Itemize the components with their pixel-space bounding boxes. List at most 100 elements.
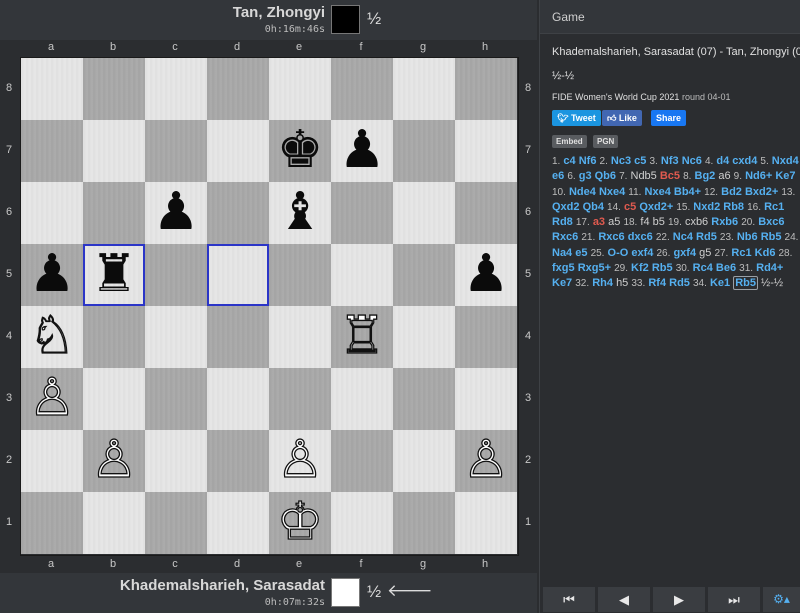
move-white[interactable]: Ke1 — [710, 277, 730, 289]
move-black[interactable]: a5 — [608, 216, 620, 228]
square-d1[interactable] — [207, 492, 269, 554]
square-f1[interactable] — [331, 492, 393, 554]
square-e4[interactable] — [269, 306, 331, 368]
move-black[interactable]: Rxc6 — [552, 231, 578, 243]
square-a4[interactable]: ♘ — [21, 305, 83, 368]
move-white[interactable]: Na4 — [552, 247, 572, 259]
square-c7[interactable] — [145, 120, 207, 182]
facebook-share-button[interactable]: Share — [651, 110, 687, 126]
white-pawn-piece[interactable]: ♙ — [455, 429, 517, 492]
move-white[interactable]: c5 — [624, 201, 636, 213]
square-b8[interactable] — [83, 58, 145, 120]
square-b6[interactable] — [83, 182, 145, 244]
black-king-piece[interactable]: ♚ — [269, 120, 331, 182]
move-black[interactable]: a6 — [718, 170, 730, 182]
tweet-button[interactable]: 🐦︎ Tweet — [552, 110, 601, 126]
square-d2[interactable] — [207, 430, 269, 492]
previous-move-button[interactable]: ◀ — [597, 586, 651, 613]
square-f3[interactable] — [331, 368, 393, 430]
square-h6[interactable] — [455, 182, 517, 244]
square-c5[interactable] — [145, 244, 207, 306]
move-white[interactable]: Rc1 — [764, 201, 784, 213]
embed-button[interactable]: Embed — [552, 135, 587, 148]
square-a6[interactable] — [21, 182, 83, 244]
square-e5[interactable] — [269, 244, 331, 306]
square-e2[interactable]: ♙ — [269, 429, 331, 492]
move-black[interactable]: Rb5 — [733, 276, 758, 291]
square-h7[interactable] — [455, 120, 517, 182]
move-black[interactable]: h5 — [616, 277, 628, 289]
move-white[interactable]: Kf2 — [631, 262, 649, 274]
move-black[interactable]: Be6 — [716, 262, 736, 274]
move-black[interactable]: Rb5 — [652, 262, 673, 274]
black-pawn-piece[interactable]: ♟ — [455, 244, 517, 306]
move-black[interactable]: Bb4+ — [674, 186, 701, 198]
move-white[interactable]: d4 — [716, 155, 729, 167]
move-white[interactable]: Rh4 — [592, 277, 613, 289]
square-a5[interactable]: ♟ — [21, 244, 83, 306]
move-black[interactable]: Kd6 — [755, 247, 776, 259]
move-white[interactable]: Nc3 — [611, 155, 631, 167]
move-white[interactable]: fxg5 — [552, 262, 575, 274]
move-black[interactable]: cxd4 — [732, 155, 757, 167]
move-white[interactable]: gxf4 — [673, 247, 696, 259]
square-e8[interactable] — [269, 58, 331, 120]
move-black[interactable]: Qb6 — [595, 170, 616, 182]
move-black[interactable]: Nf6 — [579, 155, 597, 167]
square-d7[interactable] — [207, 120, 269, 182]
square-g8[interactable] — [393, 58, 455, 120]
settings-gear-icon[interactable]: ⚙▴ — [762, 586, 800, 613]
white-rook-piece[interactable]: ♖ — [331, 305, 393, 368]
square-f8[interactable] — [331, 58, 393, 120]
square-c1[interactable] — [145, 492, 207, 554]
move-black[interactable]: e6 — [552, 170, 564, 182]
square-g7[interactable] — [393, 120, 455, 182]
move-white[interactable]: Nf3 — [661, 155, 679, 167]
white-pawn-piece[interactable]: ♙ — [21, 367, 83, 430]
square-g4[interactable] — [393, 306, 455, 368]
square-f7[interactable]: ♟ — [331, 120, 393, 182]
square-f4[interactable]: ♖ — [331, 305, 393, 368]
white-king-piece[interactable]: ♔ — [269, 491, 331, 554]
move-white[interactable]: Rc1 — [731, 247, 751, 259]
white-pawn-piece[interactable]: ♙ — [269, 429, 331, 492]
move-black[interactable]: e5 — [575, 247, 587, 259]
white-knight-piece[interactable]: ♘ — [21, 305, 83, 368]
square-b3[interactable] — [83, 368, 145, 430]
move-white[interactable]: a3 — [593, 216, 605, 228]
square-h8[interactable] — [455, 58, 517, 120]
move-white[interactable]: Rxc6 — [598, 231, 624, 243]
square-h3[interactable] — [455, 368, 517, 430]
white-pawn-piece[interactable]: ♙ — [83, 429, 145, 492]
first-move-button[interactable]: ⏮ — [542, 586, 596, 613]
square-c6[interactable]: ♟ — [145, 182, 207, 244]
square-g1[interactable] — [393, 492, 455, 554]
square-a1[interactable] — [21, 492, 83, 554]
move-white[interactable]: Qxd2 — [552, 201, 580, 213]
move-white[interactable]: g3 — [579, 170, 592, 182]
square-a8[interactable] — [21, 58, 83, 120]
square-b1[interactable] — [83, 492, 145, 554]
square-g2[interactable] — [393, 430, 455, 492]
move-black[interactable]: Bc5 — [660, 170, 680, 182]
move-black[interactable]: Nxe4 — [599, 186, 625, 198]
facebook-like-button[interactable]: 👍︎ Like — [602, 110, 642, 126]
move-black[interactable]: Rd8 — [552, 216, 573, 228]
square-b4[interactable] — [83, 306, 145, 368]
chess-board[interactable]: ♚ ♟ ♟ ♝ ♟ ♜ ♟ ♘ ♖ ♙ ♙ ♙ ♙ ♔ — [20, 57, 519, 556]
move-black[interactable]: dxc6 — [628, 231, 653, 243]
move-white[interactable]: Nc4 — [673, 231, 693, 243]
move-black[interactable]: Ke7 — [552, 277, 572, 289]
move-white[interactable]: Rc4 — [693, 262, 713, 274]
square-e7[interactable]: ♚ — [269, 120, 331, 182]
move-white[interactable]: Rd4+ — [756, 262, 783, 274]
square-g5[interactable] — [393, 244, 455, 306]
move-white[interactable]: Rf4 — [648, 277, 666, 289]
square-a7[interactable] — [21, 120, 83, 182]
move-black[interactable]: exf4 — [631, 247, 653, 259]
square-d5[interactable] — [207, 244, 269, 306]
square-a2[interactable] — [21, 430, 83, 492]
move-black[interactable]: Rd5 — [669, 277, 690, 289]
square-b5[interactable]: ♜ — [83, 244, 145, 306]
square-g3[interactable] — [393, 368, 455, 430]
